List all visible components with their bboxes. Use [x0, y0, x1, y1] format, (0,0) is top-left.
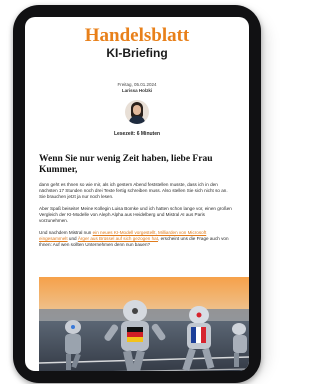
tablet-device-frame: Handelsblatt KI-Briefing Freitag, 05.01.… — [13, 5, 261, 383]
paragraph-2: Aber Spaß beiseite! Meine Kollegin Luisa… — [39, 206, 232, 223]
avatar-body — [129, 116, 145, 124]
paragraph-3-text-mid: und — [67, 236, 78, 241]
avatar-face — [133, 105, 141, 115]
robot-race-illustration — [39, 277, 249, 371]
newsletter-screen[interactable]: Handelsblatt KI-Briefing Freitag, 05.01.… — [25, 17, 249, 371]
paragraph-3-text-start: Und nachdem Mistral nun — [39, 230, 93, 235]
app-stage: Handelsblatt KI-Briefing Freitag, 05.01.… — [0, 0, 277, 384]
hero-image — [39, 277, 249, 371]
paragraph-1: dann geht es Ihnen so wie mir, als ich g… — [39, 182, 228, 199]
paragraph-3: Und nachdem Mistral nun ein neues KI-Mod… — [39, 230, 235, 248]
newsletter-title: KI-Briefing — [106, 46, 168, 60]
meta-block: Freitag, 05.01.2024 Larissa Holzki — [25, 82, 249, 94]
author-name: Larissa Holzki — [121, 88, 153, 93]
reading-time: Lesezeit: 6 Minuten — [113, 131, 161, 137]
link-bruessel[interactable]: Ärger aus Brüssel auf sich gezogen hat — [78, 236, 158, 241]
brand-logo: Handelsblatt — [84, 25, 190, 46]
article-headline: Wenn Sie nur wenig Zeit haben, liebe Fra… — [39, 154, 213, 175]
author-avatar — [125, 100, 149, 124]
article-content: Wenn Sie nur wenig Zeit haben, liebe Fra… — [25, 154, 249, 248]
